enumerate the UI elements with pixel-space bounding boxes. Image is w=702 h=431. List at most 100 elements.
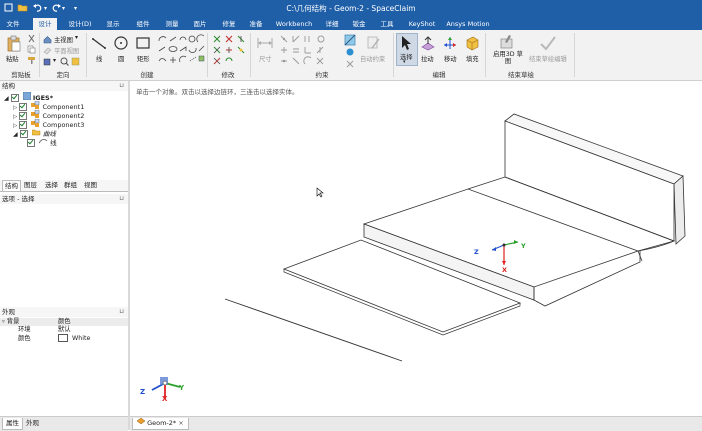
- line-tool-icon[interactable]: [91, 35, 107, 53]
- enable-3d-sketch-button[interactable]: 启用3D 草图: [490, 51, 526, 65]
- appearance-properties: ▿ 背景 颜色 环境 默认 颜色 White: [0, 318, 128, 343]
- tree-item-component1[interactable]: ▷ Component1: [13, 100, 84, 111]
- group-label-constraint: 约束: [315, 71, 329, 79]
- tab-sheet-metal[interactable]: 钣金: [347, 18, 371, 30]
- property-section-row[interactable]: ▿ 背景 颜色: [0, 318, 128, 326]
- pull-icon[interactable]: [420, 35, 436, 53]
- view-axis-label-y: Y: [179, 384, 185, 392]
- paste-icon[interactable]: [6, 35, 22, 55]
- collapse-icon[interactable]: ◢: [13, 131, 18, 138]
- rectangle-tool-button[interactable]: 矩形: [137, 54, 150, 63]
- tab-structure[interactable]: 结构: [2, 180, 21, 191]
- circle-tool-icon[interactable]: [113, 35, 129, 53]
- tab-measure[interactable]: 测量: [160, 18, 184, 30]
- collapse-icon[interactable]: ▿: [2, 319, 5, 325]
- tab-design-d[interactable]: 设计(D): [64, 18, 96, 30]
- tab-detail[interactable]: 详细: [320, 18, 344, 30]
- tab-ansys-motion[interactable]: Ansys Motion: [444, 18, 492, 30]
- display-style-icon[interactable]: [71, 57, 80, 68]
- select-tool-button[interactable]: 选择: [400, 52, 413, 61]
- tree-root[interactable]: ◢ IGES*: [4, 91, 53, 102]
- format-painter-icon[interactable]: [27, 56, 36, 67]
- select-dropdown-icon[interactable]: ▾: [403, 59, 406, 65]
- tab-repair[interactable]: 修复: [217, 18, 241, 30]
- property-name: 环境: [18, 326, 31, 333]
- tree-item-component2[interactable]: ▷ Component2: [13, 109, 84, 120]
- tab-selection[interactable]: 选择: [43, 180, 60, 190]
- fill-icon[interactable]: [464, 35, 480, 53]
- tab-facets[interactable]: 面片: [188, 18, 212, 30]
- visibility-checkbox[interactable]: [27, 139, 35, 147]
- finish-sketch-edit-button[interactable]: 结束草绘编辑: [529, 54, 567, 63]
- arc-icon[interactable]: [158, 34, 206, 68]
- trim-icon[interactable]: [212, 34, 252, 68]
- plane-view-button[interactable]: 平面视图: [54, 46, 79, 55]
- snap-point-icon[interactable]: [345, 47, 355, 59]
- pin-icon[interactable]: ⊔: [119, 81, 124, 91]
- tab-properties[interactable]: 属性: [2, 418, 23, 430]
- tab-workbench[interactable]: Workbench: [273, 18, 315, 30]
- auto-constraint-icon[interactable]: [366, 35, 382, 53]
- move-button[interactable]: 移动: [444, 54, 457, 63]
- view-cube-icon[interactable]: [43, 57, 52, 68]
- tab-design[interactable]: 设计: [33, 18, 57, 30]
- dimension-button[interactable]: 尺寸: [259, 54, 272, 63]
- plane-view-icon[interactable]: [43, 46, 52, 57]
- collapse-icon[interactable]: ◢: [4, 95, 9, 102]
- tree-item-component3[interactable]: ▷ Component3: [13, 118, 84, 129]
- finish-edit-check-icon[interactable]: [539, 35, 557, 53]
- auto-constraint-button[interactable]: 自动约束: [360, 54, 385, 63]
- zoom-icon[interactable]: [60, 57, 69, 68]
- tab-prepare[interactable]: 准备: [244, 18, 268, 30]
- tab-groups[interactable]: 群组: [62, 180, 79, 190]
- group-label-edit: 编辑: [432, 71, 446, 79]
- model-geometry[interactable]: [130, 81, 702, 416]
- tab-display[interactable]: 显示: [101, 18, 125, 30]
- property-value[interactable]: 默认: [56, 326, 128, 334]
- select-arrow-icon[interactable]: [399, 35, 413, 53]
- tree-item-curves[interactable]: ◢ 曲线: [13, 128, 56, 138]
- move-icon[interactable]: [442, 35, 458, 53]
- home-view-button[interactable]: 主视图: [54, 35, 73, 44]
- close-tab-icon[interactable]: ×: [178, 419, 183, 427]
- view-axis-label-x: X: [162, 395, 168, 403]
- enable-3d-sketch-icon[interactable]: [498, 33, 516, 53]
- cut-icon[interactable]: [27, 34, 36, 45]
- pull-button[interactable]: 拉动: [421, 54, 434, 63]
- home-view-icon[interactable]: [43, 35, 52, 46]
- rectangle-tool-icon[interactable]: [135, 35, 151, 53]
- property-row[interactable]: 环境 默认: [0, 326, 128, 334]
- ribbon-separator: [86, 33, 87, 77]
- mouse-cursor-icon: [316, 187, 324, 200]
- tab-assembly[interactable]: 组件: [131, 18, 155, 30]
- document-tab[interactable]: Geom-2* ×: [132, 417, 189, 430]
- pin-icon[interactable]: ⊔: [119, 307, 124, 317]
- document-tab-bar: Geom-2* ×: [130, 416, 702, 431]
- snap-grid-icon[interactable]: [344, 34, 356, 48]
- tab-views[interactable]: 视图: [82, 180, 99, 190]
- circle-tool-button[interactable]: 圆: [118, 54, 124, 63]
- home-view-dropdown-icon[interactable]: ▾: [75, 34, 78, 41]
- group-label-finish-sketch: 结束草绘: [508, 71, 534, 79]
- appearance-panel-title: 外观: [2, 308, 15, 316]
- tab-layers[interactable]: 图层: [22, 180, 39, 190]
- tree-item-line[interactable]: 线: [27, 137, 57, 147]
- copy-icon[interactable]: [27, 45, 36, 56]
- axis-label-z: Z: [474, 248, 479, 256]
- tab-tools[interactable]: 工具: [375, 18, 399, 30]
- group-label-clipboard: 剪贴板: [11, 71, 31, 79]
- dimension-icon[interactable]: [256, 36, 274, 52]
- tab-file[interactable]: 文件: [2, 18, 24, 30]
- line-tool-button[interactable]: 线: [96, 54, 102, 63]
- document-tab-label: Geom-2*: [147, 419, 177, 427]
- view-axis-label-z: Z: [140, 388, 146, 396]
- property-row[interactable]: 颜色 White: [0, 334, 128, 343]
- tab-keyshot[interactable]: KeyShot: [404, 18, 440, 30]
- tab-appearance[interactable]: 外观: [23, 418, 42, 429]
- color-value-cell[interactable]: White: [56, 334, 128, 343]
- constraint-icons[interactable]: [279, 34, 339, 68]
- fill-button[interactable]: 填充: [466, 54, 479, 63]
- paste-button[interactable]: 粘贴: [6, 54, 19, 63]
- pin-icon[interactable]: ⊔: [119, 194, 124, 204]
- view-cube-dropdown-icon[interactable]: ▾: [53, 57, 56, 64]
